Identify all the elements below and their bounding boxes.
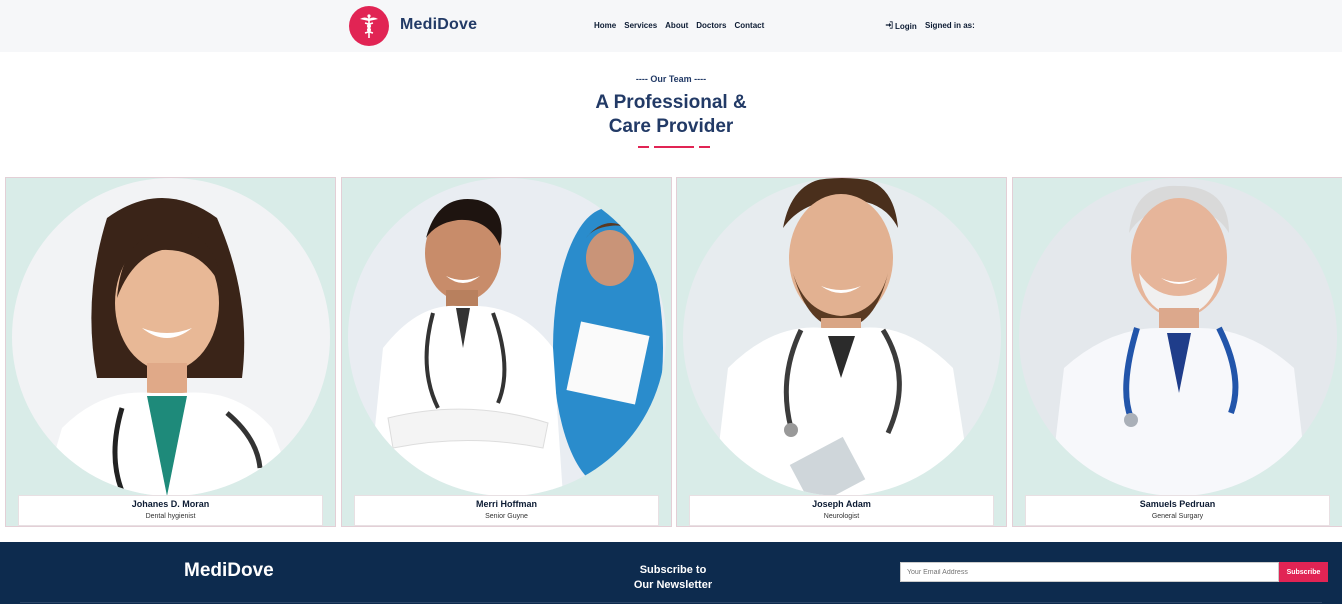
nav-services[interactable]: Services	[624, 21, 657, 30]
team-card[interactable]: Samuels Pedruan General Surgary	[1012, 177, 1342, 527]
site-footer: MediDove Subscribe to Our Newsletter Sub…	[0, 542, 1342, 604]
doctor-role: Senior Guyne	[485, 513, 528, 520]
subscribe-button[interactable]: Subscribe	[1279, 562, 1328, 582]
doctor-info: Samuels Pedruan General Surgary	[1025, 495, 1330, 526]
doctor-photo	[348, 178, 666, 496]
footer-divider	[20, 602, 1322, 603]
doctor-name[interactable]: Joseph Adam	[690, 499, 993, 509]
section-title-line1: A Professional &	[595, 92, 747, 113]
doctor-role: Neurologist	[823, 513, 860, 520]
doctor-photo	[1019, 178, 1337, 496]
divider-right	[699, 146, 710, 148]
main-nav: Home Services About Doctors Contact	[594, 21, 772, 30]
doctor-role: General Surgary	[1151, 513, 1204, 520]
doctor-info: Johanes D. Moran Dental hygienist	[18, 495, 323, 526]
brand-name[interactable]: MediDove	[400, 16, 477, 34]
doctor-photo	[683, 178, 1001, 496]
newsletter-line1: Subscribe to	[639, 564, 707, 576]
login-label: Login	[895, 21, 917, 31]
doctor-photo	[12, 178, 330, 496]
login-link[interactable]: Login	[885, 21, 917, 31]
newsletter-line2: Our Newsletter	[633, 579, 713, 591]
team-card[interactable]: Johanes D. Moran Dental hygienist	[5, 177, 336, 527]
doctor-name[interactable]: Johanes D. Moran	[19, 499, 322, 509]
site-header: MediDove Home Services About Doctors Con…	[0, 0, 1342, 52]
caduceus-icon[interactable]	[349, 6, 389, 46]
nav-home[interactable]: Home	[594, 21, 616, 30]
footer-brand[interactable]: MediDove	[184, 560, 274, 582]
sign-in-icon	[885, 21, 893, 31]
section-subtitle: ---- Our Team ----	[635, 74, 707, 84]
team-card[interactable]: Joseph Adam Neurologist	[676, 177, 1007, 527]
doctor-name[interactable]: Merri Hoffman	[355, 499, 658, 509]
doctor-info: Merri Hoffman Senior Guyne	[354, 495, 659, 526]
nav-contact[interactable]: Contact	[735, 21, 765, 30]
nav-about[interactable]: About	[665, 21, 688, 30]
email-input[interactable]	[900, 562, 1279, 582]
nav-doctors[interactable]: Doctors	[696, 21, 726, 30]
newsletter-heading: Subscribe to Our Newsletter	[620, 563, 726, 593]
doctor-name[interactable]: Samuels Pedruan	[1026, 499, 1329, 509]
divider-left	[638, 146, 649, 148]
signed-in-label: Signed in as:	[925, 21, 975, 30]
divider-center	[654, 146, 694, 148]
section-title: A Professional & Care Provider	[0, 91, 1342, 139]
section-title-line2: Care Provider	[608, 116, 734, 137]
doctor-role: Dental hygienist	[145, 513, 196, 520]
doctor-info: Joseph Adam Neurologist	[689, 495, 994, 526]
team-card[interactable]: Merri Hoffman Senior Guyne	[341, 177, 672, 527]
